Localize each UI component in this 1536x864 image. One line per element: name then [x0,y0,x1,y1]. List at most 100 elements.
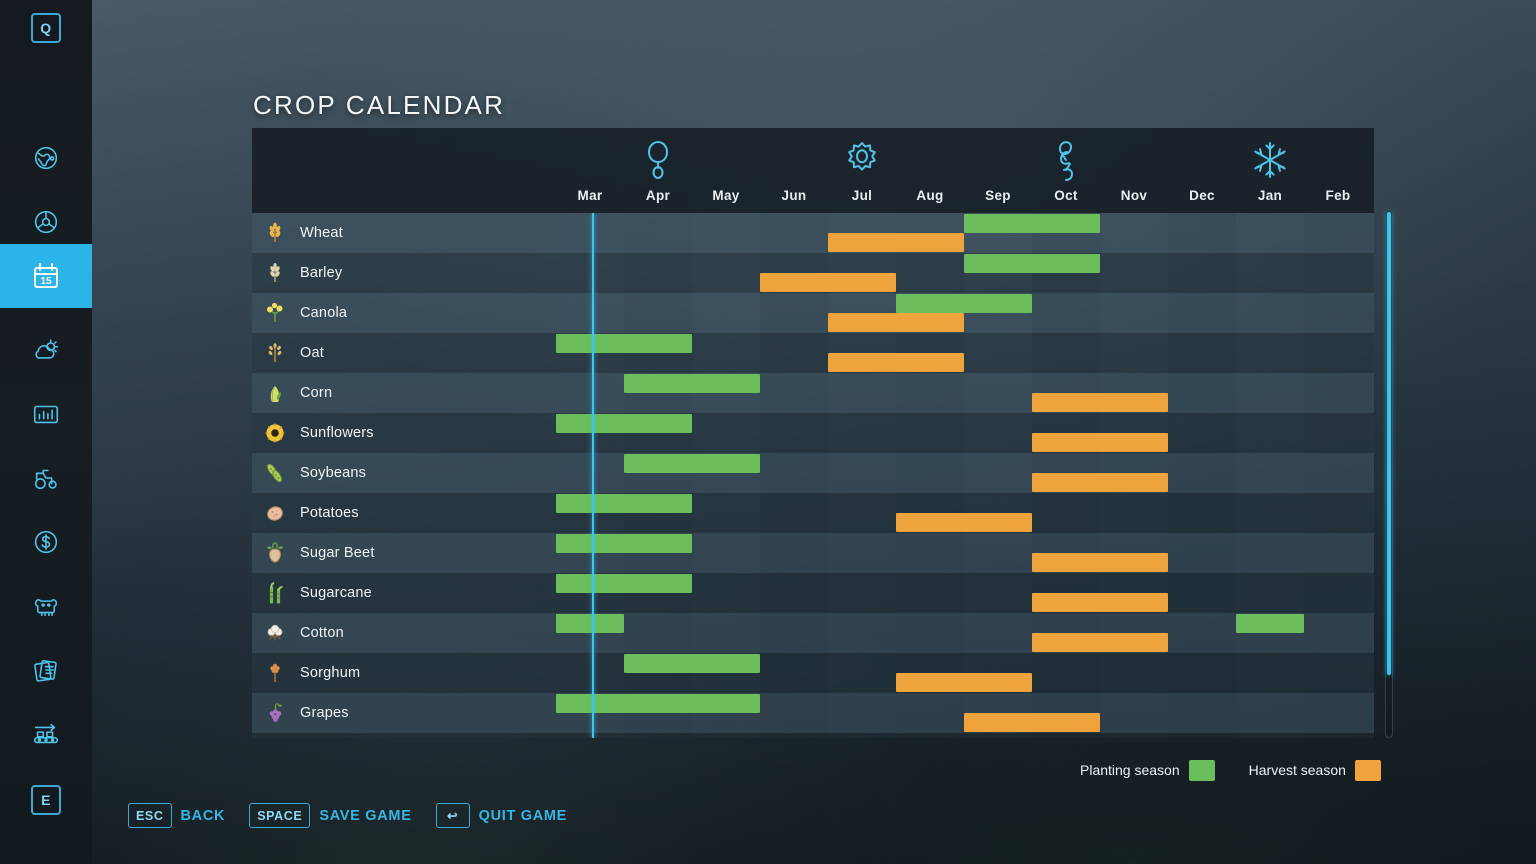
quit-game-button[interactable]: ↩ QUIT GAME [435,803,567,828]
back-button[interactable]: ESC BACK [128,803,225,828]
planting-bar [556,494,692,513]
planting-bar [556,534,692,553]
crop-label: Sugar Beet [252,533,556,573]
table-row[interactable]: Barley [252,253,1374,293]
legend-harvest-swatch [1354,759,1381,781]
table-row[interactable]: Sugar Beet [252,533,1374,573]
sugarbeet-icon [262,540,288,566]
harvest-bar [964,713,1100,732]
legend-planting-label: Planting season [1080,762,1180,778]
sorghum-icon [262,660,288,686]
table-row[interactable]: Soybeans [252,453,1374,493]
planting-bar [964,214,1100,233]
crop-calendar-screen: Q 15 E CROP CALENDAR Mar Apr May Jun Jul Aug Sep… [0,0,1536,864]
cotton-icon [262,620,288,646]
steering-wheel-icon [31,207,61,237]
action-label: SAVE GAME [319,807,412,824]
harvest-bar [1032,593,1168,612]
table-row[interactable]: Corn [252,373,1374,413]
month-label-jul: Jul [851,188,873,203]
autumn-leaves-icon [1032,134,1100,186]
crop-name: Sugar Beet [300,545,375,561]
crop-name: Sorghum [300,665,361,681]
winter-snowflake-icon [1236,134,1304,186]
save-game-button[interactable]: SPACE SAVE GAME [249,803,411,828]
harvest-bar [1032,473,1168,492]
month-label-oct: Oct [1054,188,1078,203]
month-header-row: Mar Apr May Jun Jul Aug Sep Oct Nov Dec Jan Feb [556,188,1374,213]
scrollbar-thumb[interactable] [1387,212,1391,675]
contracts-documents-icon [31,655,61,685]
crop-name: Wheat [300,225,343,241]
table-row[interactable]: Sorghum [252,653,1374,693]
table-row[interactable]: Sugarcane [252,573,1374,613]
calendar-icon: 15 [30,260,62,292]
season-icon-row [556,134,1374,190]
key-hint: ↩ [435,803,470,828]
planting-bar [1236,614,1304,633]
crop-label: Wheat [252,213,556,253]
vehicles-tractor-icon [31,463,61,493]
sidebar-item-statistics[interactable] [0,382,92,446]
harvest-bar [828,233,964,252]
sidebar-item-vehicles-tractor[interactable] [0,446,92,510]
vertical-scrollbar[interactable] [1385,210,1393,738]
month-label-may: May [712,188,740,203]
sidebar-item-q-key[interactable]: Q [0,0,92,60]
action-label: BACK [180,807,226,824]
crop-label: Cotton [252,613,556,653]
sidebar-item-calendar[interactable]: 15 [0,244,92,308]
crop-name: Barley [300,265,343,281]
sidebar-item-production-conveyor[interactable] [0,702,92,766]
crop-name: Cotton [300,625,344,641]
sunflower-icon [262,420,288,446]
crop-label: Sorghum [252,653,556,693]
planting-bar [624,654,760,673]
harvest-bar [1032,553,1168,572]
planting-bar [624,454,760,473]
production-conveyor-icon [31,719,61,749]
calendar-grid[interactable]: Wheat Barley Canola Oat Corn Sunflowers Soybea… [252,213,1374,738]
planting-bar [556,414,692,433]
current-day-marker [592,213,595,738]
harvest-bar [896,513,1032,532]
sidebar-item-weather[interactable] [0,318,92,382]
key-hint: SPACE [249,803,311,828]
crop-name: Corn [300,385,333,401]
weather-icon [31,335,61,365]
crop-name: Soybeans [300,465,367,481]
harvest-bar [828,313,964,332]
table-row[interactable]: Grapes [252,693,1374,733]
table-row[interactable]: Canola [252,293,1374,333]
summer-sun-icon [828,134,896,186]
svg-text:15: 15 [40,276,52,287]
table-row[interactable]: Potatoes [252,493,1374,533]
crop-name: Canola [300,305,348,321]
table-row[interactable]: Sunflowers [252,413,1374,453]
table-row[interactable]: Wheat [252,213,1374,253]
month-label-jan: Jan [1257,188,1283,203]
sidebar-item-contracts-documents[interactable] [0,638,92,702]
potato-icon [262,500,288,526]
key-hint: ESC [128,803,172,828]
sidebar-item-animals-cow[interactable] [0,574,92,638]
finances-dollar-icon [31,527,61,557]
table-row[interactable]: Oat [252,333,1374,373]
table-row[interactable]: Cotton [252,613,1374,653]
animals-cow-icon [31,591,61,621]
sidebar-item-map-globe[interactable] [0,126,92,190]
spring-leaf-icon [624,134,692,186]
e-key-badge: E [31,785,61,815]
barley-icon [262,260,288,286]
crop-name: Grapes [300,705,349,721]
crop-label: Potatoes [252,493,556,533]
harvest-bar [760,273,896,292]
crop-name: Potatoes [300,505,359,521]
legend-planting-swatch [1188,759,1215,781]
harvest-bar [1032,393,1168,412]
planting-bar [556,334,692,353]
sidebar-item-e-key[interactable]: E [0,768,92,832]
statistics-icon [31,399,61,429]
canola-icon [262,300,288,326]
sidebar-item-finances-dollar[interactable] [0,510,92,574]
